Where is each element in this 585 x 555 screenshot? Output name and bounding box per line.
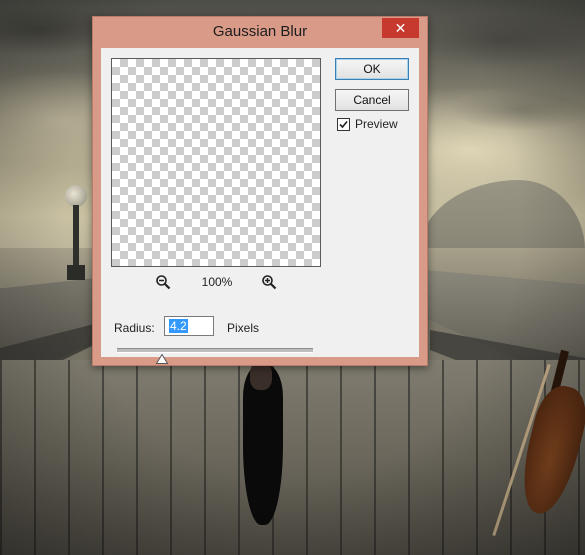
gaussian-blur-dialog: Gaussian Blur ✕ 100% Radius: 4.2 Pixels … (92, 16, 428, 366)
close-button[interactable]: ✕ (382, 18, 419, 38)
radius-input[interactable]: 4.2 (164, 316, 214, 336)
close-icon: ✕ (394, 20, 407, 36)
dialog-title: Gaussian Blur (212, 23, 308, 40)
radius-unit-label: Pixels (227, 321, 260, 335)
dialog-body: 100% Radius: 4.2 Pixels OK Cancel Previe… (101, 48, 419, 364)
preview-canvas[interactable] (111, 58, 321, 267)
zoom-controls: 100% (111, 272, 321, 292)
zoom-out-icon[interactable] (155, 274, 171, 290)
dialog-titlebar[interactable]: Gaussian Blur ✕ (93, 17, 427, 48)
radius-slider-thumb[interactable] (155, 351, 169, 364)
radius-label: Radius: (114, 321, 155, 335)
ok-button[interactable]: OK (335, 58, 409, 80)
radius-slider-track[interactable] (117, 348, 313, 353)
radius-value: 4.2 (169, 319, 188, 333)
preview-toggle[interactable]: Preview (337, 117, 417, 135)
zoom-level: 100% (201, 275, 233, 289)
cancel-button[interactable]: Cancel (335, 89, 409, 111)
zoom-in-icon[interactable] (261, 274, 277, 290)
preview-checkbox[interactable] (337, 118, 350, 131)
preview-label: Preview (355, 117, 398, 131)
